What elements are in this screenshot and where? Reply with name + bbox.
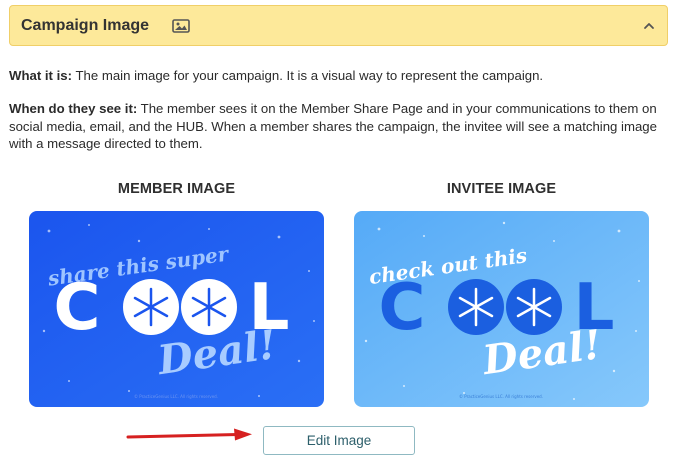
what-it-is-label: What it is:	[9, 68, 73, 83]
member-image-big-c: C	[54, 271, 101, 345]
member-image: share this super C L Deal! © PracticeGen…	[29, 211, 324, 407]
edit-image-button[interactable]: Edit Image	[263, 426, 415, 455]
when-they-see-it-text: When do they see it: The member sees it …	[9, 100, 664, 153]
invitee-image-heading: INVITEE IMAGE	[446, 181, 557, 197]
image-icon	[172, 18, 190, 33]
invitee-image-big-c: C	[379, 271, 426, 345]
invitee-image: check out this C L Deal! © PracticeGeniu…	[354, 211, 649, 407]
what-it-is-body: The main image for your campaign. It is …	[72, 68, 544, 83]
campaign-image-panel-header[interactable]: Campaign Image	[9, 5, 668, 46]
member-image-heading: MEMBER IMAGE	[117, 181, 236, 197]
red-arrow-icon	[126, 428, 252, 441]
invitee-image-copyright: © PracticeGenius LLC. All rights reserve…	[459, 394, 543, 399]
chevron-up-icon[interactable]	[642, 19, 656, 33]
when-they-see-it-label: When do they see it:	[9, 101, 138, 116]
member-image-copyright: © PracticeGenius LLC. All rights reserve…	[134, 394, 218, 399]
what-it-is-text: What it is: The main image for your camp…	[9, 67, 664, 85]
panel-title: Campaign Image	[21, 16, 150, 34]
